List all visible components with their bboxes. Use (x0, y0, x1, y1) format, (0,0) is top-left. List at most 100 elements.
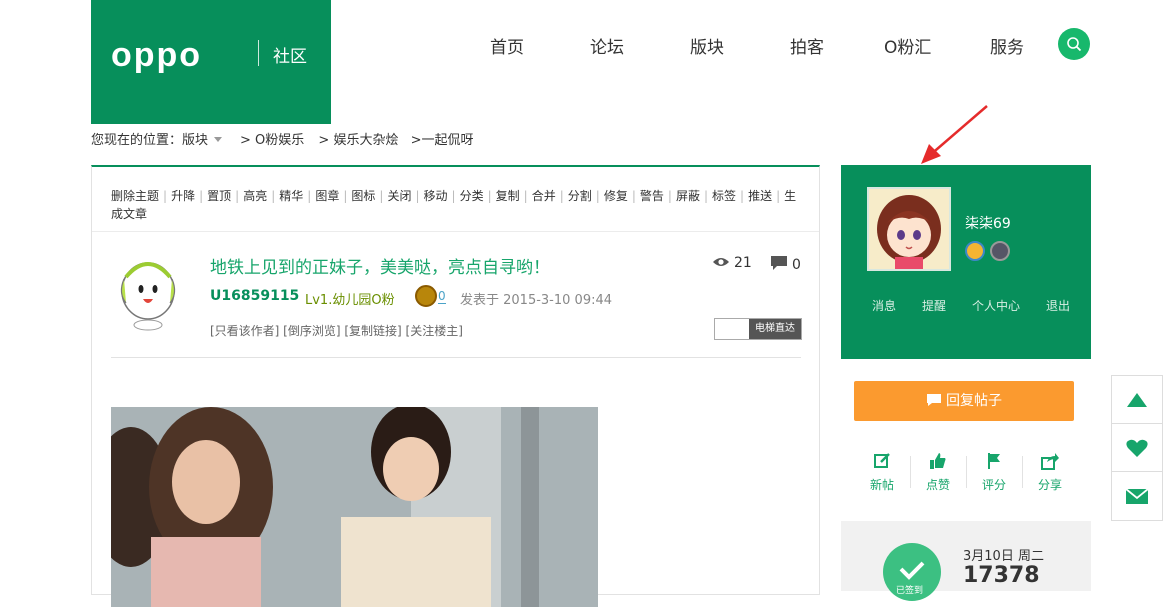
toolbar-separator: | (631, 189, 636, 203)
comment-icon (927, 394, 941, 406)
toolbar-separator: | (595, 189, 600, 203)
reply-button[interactable]: 回复帖子 (854, 381, 1074, 421)
admin-action[interactable]: 删除主题 (111, 189, 159, 203)
toolbar-separator: | (740, 189, 745, 203)
nav-boards[interactable]: 版块 (690, 33, 724, 58)
like-action[interactable]: 点赞 (918, 452, 958, 493)
user-link-profile[interactable]: 个人中心 (972, 297, 1020, 314)
share-icon (1041, 453, 1059, 470)
floor-jump[interactable]: 电梯直达 (714, 318, 802, 340)
toolbar-separator: | (703, 189, 708, 203)
toolbar-separator: | (271, 189, 276, 203)
admin-action[interactable]: 推送 (748, 189, 772, 203)
divider (910, 456, 911, 488)
sign-in-status: 已签到 (896, 586, 924, 596)
author-name[interactable]: U16859115 (210, 288, 299, 304)
toolbar-separator: | (343, 189, 348, 203)
sign-in-count: 17378 (963, 563, 1040, 588)
nav-forum[interactable]: 论坛 (590, 33, 624, 58)
admin-action[interactable]: 复制 (496, 189, 520, 203)
medal-icon[interactable] (415, 285, 437, 307)
message-button[interactable] (1112, 472, 1162, 520)
arrow-up-icon (1127, 393, 1147, 407)
badge-icon[interactable] (965, 241, 985, 261)
user-link-messages[interactable]: 消息 (872, 297, 896, 314)
admin-action[interactable]: 移动 (424, 189, 448, 203)
view-count: 21 (712, 255, 752, 271)
admin-action[interactable]: 置顶 (207, 189, 231, 203)
floor-jump-button[interactable]: 电梯直达 (749, 319, 801, 339)
nav-home[interactable]: 首页 (490, 33, 524, 58)
user-link-logout[interactable]: 退出 (1046, 297, 1070, 314)
nav-service[interactable]: 服务 (990, 33, 1024, 58)
toolbar-separator: | (199, 189, 204, 203)
toolbar-separator: | (559, 189, 564, 203)
view-count-value: 21 (734, 255, 752, 271)
logo-divider (258, 40, 259, 66)
breadcrumb-item[interactable]: >一起侃呀 (411, 133, 474, 148)
divider (92, 231, 819, 232)
toolbar-separator: | (487, 189, 492, 203)
author-avatar[interactable] (112, 249, 184, 331)
user-avatar[interactable] (867, 187, 951, 271)
username[interactable]: 柒柒69 (965, 213, 1011, 233)
breadcrumb-item[interactable]: > O粉娱乐 (240, 133, 304, 148)
admin-action[interactable]: 分类 (460, 189, 484, 203)
admin-action[interactable]: 合并 (532, 189, 556, 203)
admin-action[interactable]: 警告 (640, 189, 664, 203)
heart-icon (1126, 439, 1148, 457)
sign-in-button[interactable]: 已签到 (883, 543, 941, 601)
nav-paike[interactable]: 拍客 (790, 33, 824, 58)
user-link-notifications[interactable]: 提醒 (922, 297, 946, 314)
admin-action[interactable]: 升降 (171, 189, 195, 203)
subway-photo (111, 407, 598, 607)
nav-ofans[interactable]: O粉汇 (884, 33, 931, 58)
admin-action[interactable]: 关闭 (387, 189, 411, 203)
breadcrumb: 您现在的位置：版块 > O粉娱乐 > 娱乐大杂烩 >一起侃呀 (91, 129, 478, 148)
toolbar-separator: | (379, 189, 384, 203)
comment-count-value: 0 (792, 257, 801, 273)
sign-in-card: 已签到 3月10日 周二 17378 (841, 521, 1091, 601)
toolbar-separator: | (451, 189, 456, 203)
admin-action[interactable]: 图标 (351, 189, 375, 203)
mail-icon (1125, 488, 1149, 504)
medal-count[interactable]: 0 (438, 289, 446, 304)
search-button[interactable] (1058, 28, 1090, 60)
admin-action[interactable]: 屏蔽 (676, 189, 700, 203)
sign-in-date: 3月10日 周二 (963, 549, 1044, 564)
favorite-button[interactable] (1112, 424, 1162, 472)
toolbar-separator: | (667, 189, 672, 203)
admin-action[interactable]: 图章 (315, 189, 339, 203)
breadcrumb-item[interactable]: > 娱乐大杂烩 (318, 133, 398, 148)
admin-action[interactable]: 精华 (279, 189, 303, 203)
toolbar-separator: | (523, 189, 528, 203)
admin-toolbar: 删除主题 | 升降 | 置顶 | 高亮 | 精华 | 图章 | 图标 | 关闭 | 移动 | 分类 | 复制 | 合并 | 分割… (111, 187, 806, 223)
post-image[interactable] (111, 407, 598, 607)
divider (111, 357, 801, 358)
post-links[interactable]: [只看该作者] [倒序浏览] [复制链接] [关注楼主] (210, 322, 463, 339)
share-label: 分享 (1037, 478, 1062, 492)
toolbar-separator: | (776, 189, 781, 203)
author-level[interactable]: Lv1.幼儿园O粉 (305, 289, 395, 308)
eye-icon (713, 258, 729, 266)
rate-action[interactable]: 评分 (974, 452, 1014, 493)
flag-icon (988, 453, 1000, 469)
comment-icon (771, 256, 787, 270)
admin-action[interactable]: 高亮 (243, 189, 267, 203)
back-to-top-button[interactable] (1112, 376, 1162, 424)
admin-action[interactable]: 修复 (604, 189, 628, 203)
admin-action[interactable]: 分割 (568, 189, 592, 203)
brand-wordmark: oppo (111, 36, 203, 74)
like-label: 点赞 (925, 478, 950, 492)
divider (1022, 456, 1023, 488)
toolbar-separator: | (415, 189, 420, 203)
girl-avatar-icon (869, 189, 949, 269)
breadcrumb-prefix[interactable]: 您现在的位置：版块 (91, 133, 208, 148)
admin-action[interactable]: 标签 (712, 189, 736, 203)
site-logo[interactable]: oppo 社区 (91, 0, 331, 124)
share-action[interactable]: 分享 (1030, 452, 1070, 493)
chevron-down-icon[interactable] (214, 137, 223, 142)
badge-icon[interactable] (990, 241, 1010, 261)
new-post-action[interactable]: 新帖 (862, 452, 902, 493)
post-title[interactable]: 地铁上见到的正妹子，美美哒，亮点自寻哟！ (210, 253, 550, 278)
